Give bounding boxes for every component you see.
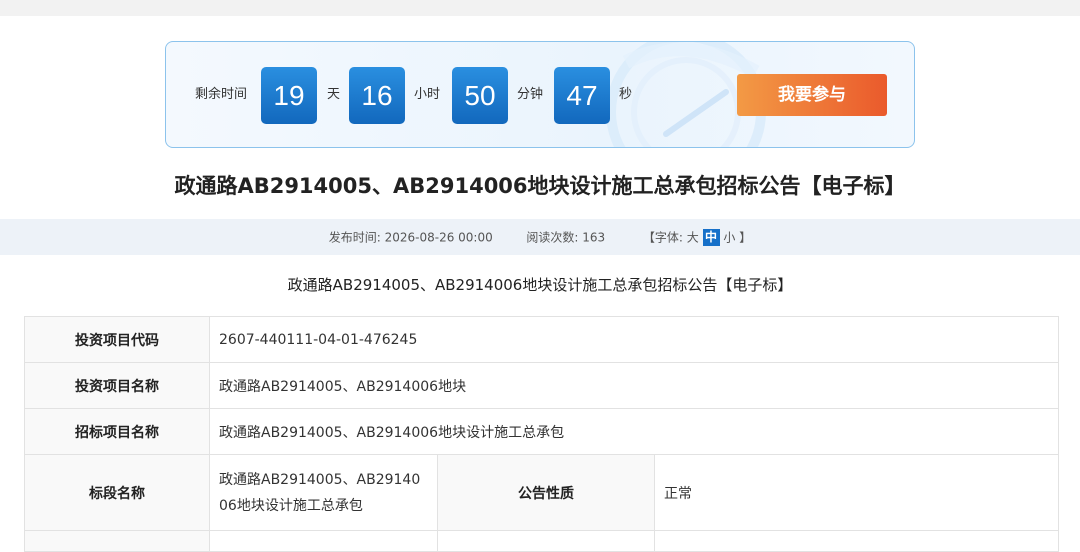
section-name-line1: 政通路AB2914005、AB29140 [219, 471, 421, 488]
article-subtitle: 政通路AB2914005、AB2914006地块设计施工总承包招标公告【电子标】 [287, 276, 793, 294]
row-label: 投资项目代码 [24, 316, 210, 363]
table-row: 标段名称 政通路AB2914005、AB29140 06地块设计施工总承包 公告… [24, 454, 1059, 531]
font-size-large-button[interactable]: 大 [687, 231, 699, 245]
days-unit: 天 [327, 87, 341, 102]
countdown-panel: 剩余时间 19 天 16 小时 50 分钟 47 秒 我要参与 [165, 41, 915, 148]
hours-value: 16 [349, 67, 405, 124]
seconds-value: 47 [554, 67, 610, 124]
font-size-small-button[interactable]: 小 [723, 231, 735, 245]
seconds-unit: 秒 [619, 87, 633, 102]
views-label: 阅读次数: [526, 230, 579, 245]
minutes-value: 50 [452, 67, 508, 124]
notice-type-label: 公告性质 [437, 454, 655, 531]
notice-type-value: 正常 [654, 454, 1059, 531]
row-label: 招标项目名称 [24, 408, 210, 455]
project-info-table: 投资项目代码 2607-440111-04-01-476245 投资项目名称 政… [24, 316, 1059, 552]
row-value: 政通路AB2914005、AB2914006地块设计施工总承包 [209, 408, 1059, 455]
section-name-value: 政通路AB2914005、AB29140 06地块设计施工总承包 [209, 454, 438, 531]
remaining-time-label: 剩余时间 [195, 87, 248, 102]
row-value: 2607-440111-04-01-476245 [209, 316, 1059, 363]
days-value: 19 [261, 67, 317, 124]
font-size-prefix: 【字体: [642, 230, 683, 245]
section-name-line2: 06地块设计施工总承包 [219, 497, 363, 514]
top-bar [0, 0, 1080, 16]
font-size-suffix: 】 [739, 230, 752, 245]
table-row: 投资项目名称 政通路AB2914005、AB2914006地块 [24, 362, 1059, 409]
publish-time-label: 发布时间: [328, 230, 381, 245]
row-label: 投资项目名称 [24, 362, 210, 409]
hours-unit: 小时 [414, 87, 441, 102]
section-name-label: 标段名称 [24, 454, 210, 531]
font-size-medium-button[interactable]: 中 [702, 229, 720, 246]
page-title: 政通路AB2914005、AB2914006地块设计施工总承包招标公告【电子标】 [174, 174, 906, 198]
views-count: 163 [582, 230, 606, 245]
table-row: 投资项目代码 2607-440111-04-01-476245 [24, 316, 1059, 363]
row-value: 政通路AB2914005、AB2914006地块 [209, 362, 1059, 409]
minutes-unit: 分钟 [517, 87, 544, 102]
meta-bar: 发布时间: 2026-08-26 00:00 阅读次数: 163 【字体: 大 … [0, 219, 1080, 255]
join-button[interactable]: 我要参与 [737, 74, 887, 116]
publish-time: 2026-08-26 00:00 [384, 230, 493, 245]
table-row: 招标项目名称 政通路AB2914005、AB2914006地块设计施工总承包 [24, 408, 1059, 455]
